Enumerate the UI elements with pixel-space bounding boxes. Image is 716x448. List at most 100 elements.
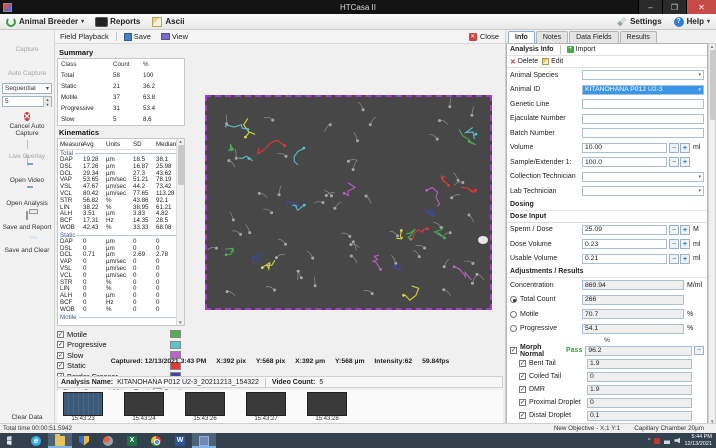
edit-button[interactable]: Edit xyxy=(542,58,563,65)
ascii-button[interactable]: Ascii xyxy=(146,14,190,29)
usable-volume-increment-button[interactable]: + xyxy=(680,254,690,264)
morph-item-checkbox[interactable]: ✓ xyxy=(519,373,526,380)
morph-item-checkbox[interactable]: ✓ xyxy=(519,412,526,419)
video-thumbnail[interactable]: 15:43:28 xyxy=(307,392,347,422)
morph-item-checkbox[interactable]: ✓ xyxy=(519,399,526,406)
right-panel-scrollbar[interactable]: ▲ ▼ xyxy=(708,43,716,425)
total-count-radio[interactable] xyxy=(510,296,517,303)
speaker-icon[interactable] xyxy=(674,438,680,444)
batch-number-input[interactable] xyxy=(582,128,704,138)
view-button[interactable]: View xyxy=(156,30,193,43)
taskbar-excel-button[interactable]: X xyxy=(120,433,144,448)
taskbar-chrome-button[interactable] xyxy=(144,433,168,448)
capture-count-stepper[interactable]: 5 ▲ ▼ xyxy=(2,96,52,107)
clear-data-button[interactable]: Clear Data xyxy=(1,402,53,422)
scroll-up-icon[interactable]: ▲ xyxy=(178,139,182,144)
sperm-dose-input[interactable]: 25.09 xyxy=(582,225,667,235)
save-and-clear-button[interactable]: Save and Clear xyxy=(1,235,53,255)
volume-increment-button[interactable]: + xyxy=(680,143,690,153)
morph-item-checkbox[interactable]: ✓ xyxy=(519,360,526,367)
ascii-export-icon xyxy=(152,17,162,27)
video-thumbnail[interactable]: 15:43:27 xyxy=(246,392,286,422)
open-analysis-button[interactable]: Open Analysis xyxy=(1,188,53,208)
volume-input[interactable]: 10.00 xyxy=(582,143,667,153)
auto-capture-button[interactable]: Auto Capture xyxy=(1,58,53,78)
taskbar-htcasa-button[interactable] xyxy=(192,433,216,448)
cancel-auto-capture-button[interactable]: ✕ Cancel Auto Capture xyxy=(1,111,53,137)
tray-caret-icon[interactable]: ^ xyxy=(648,438,651,444)
scrollbar-thumb[interactable] xyxy=(178,145,185,185)
dose-volume-input[interactable]: 0.23 xyxy=(582,239,667,249)
sample-extender-increment-button[interactable]: + xyxy=(680,157,690,167)
collection-technician-select[interactable]: ▾ xyxy=(582,172,704,182)
dose-volume-increment-button[interactable]: + xyxy=(680,239,690,249)
maximize-button[interactable]: ❐ xyxy=(662,0,686,14)
thumbnail-image[interactable] xyxy=(185,392,225,416)
scrollbar-thumb[interactable] xyxy=(710,50,716,120)
close-analysis-button[interactable]: ✕ Close xyxy=(463,32,505,41)
help-button[interactable]: ? Help ▾ xyxy=(668,17,716,27)
taskbar-explorer-button[interactable] xyxy=(48,433,72,448)
morph-item-checkbox[interactable]: ✓ xyxy=(519,386,526,393)
dose-volume-decrement-button[interactable]: − xyxy=(669,239,679,249)
settings-button[interactable]: Settings xyxy=(611,17,668,27)
sperm-dose-increment-button[interactable]: + xyxy=(680,225,690,235)
sperm-dose-decrement-button[interactable]: − xyxy=(669,225,679,235)
spin-down-icon[interactable]: ▼ xyxy=(44,102,51,107)
morph-collapse-button[interactable]: − xyxy=(694,346,704,355)
taskbar-app1-button[interactable] xyxy=(96,433,120,448)
tab-results[interactable]: Results xyxy=(620,31,657,43)
usable-volume-input[interactable]: 0.21 xyxy=(582,254,667,264)
start-button[interactable] xyxy=(0,433,24,448)
taskbar-clock[interactable]: 5:44 PM 12/13/2021 xyxy=(684,434,712,447)
genetic-line-input[interactable] xyxy=(582,99,704,109)
scroll-down-icon[interactable]: ▼ xyxy=(178,320,182,325)
delete-button[interactable]: ✕ Delete xyxy=(510,58,538,66)
progressive-radio[interactable] xyxy=(510,325,517,332)
lab-technician-select[interactable]: ▾ xyxy=(582,186,704,196)
tab-info[interactable]: Info xyxy=(508,31,535,43)
thumbnail-image[interactable] xyxy=(63,392,103,416)
morph-normal-checkbox[interactable]: ✓ xyxy=(510,347,517,354)
network-icon[interactable] xyxy=(664,438,670,444)
live-overlay-button[interactable]: Live Overlay xyxy=(1,141,53,161)
video-thumbnail[interactable]: 15:43:23 xyxy=(63,392,103,422)
thumbnail-image[interactable] xyxy=(307,392,347,416)
video-thumbnail[interactable]: 15:43:24 xyxy=(124,392,164,422)
tab-data-fields[interactable]: Data Fields xyxy=(569,31,618,43)
save-and-report-button[interactable]: Save and Report xyxy=(1,212,53,232)
open-video-button[interactable]: Open Video xyxy=(1,165,53,185)
animal-breeder-button[interactable]: Animal Breeder ▾ xyxy=(0,14,90,29)
tab-notes[interactable]: Notes xyxy=(536,31,568,43)
motile-radio[interactable] xyxy=(510,311,517,318)
reports-button[interactable]: Reports xyxy=(90,14,146,29)
video-thumbnail[interactable]: 15:43:26 xyxy=(185,392,225,422)
sample-extender-input[interactable]: 100.0 xyxy=(582,157,667,167)
capture-button[interactable]: Capture xyxy=(1,34,53,54)
animal-id-select[interactable]: KITANOHANA P012 U2-3 ▾ xyxy=(582,85,704,95)
scroll-up-icon[interactable]: ▲ xyxy=(710,44,714,49)
close-window-button[interactable]: ✕ xyxy=(686,0,716,14)
capture-status-line: Captured: 12/13/2021 3:43 PM X:392 pix Y… xyxy=(55,358,505,365)
import-button[interactable]: + Import xyxy=(567,46,596,53)
taskbar-ie-button[interactable]: e xyxy=(24,433,48,448)
legend-checkbox[interactable]: ✓ xyxy=(57,331,64,338)
thumbnail-image[interactable] xyxy=(246,392,286,416)
microscopy-image[interactable] xyxy=(205,95,492,310)
volume-decrement-button[interactable]: − xyxy=(669,143,679,153)
save-view-button[interactable]: Save xyxy=(119,30,156,43)
kinematics-scrollbar[interactable]: ▲ ▼ xyxy=(176,139,184,325)
usable-volume-decrement-button[interactable]: − xyxy=(669,254,679,264)
tray-flag-icon[interactable] xyxy=(654,438,660,444)
taskbar-defender-button[interactable] xyxy=(72,433,96,448)
capture-mode-select[interactable]: Sequential ▾ xyxy=(2,83,52,94)
total-count-value: 266 xyxy=(582,295,684,305)
ejaculate-number-input[interactable] xyxy=(582,114,704,124)
thumbnail-image[interactable] xyxy=(124,392,164,416)
minimize-button[interactable]: – xyxy=(638,0,662,14)
legend-checkbox[interactable]: ✓ xyxy=(57,341,64,348)
sample-extender-decrement-button[interactable]: − xyxy=(669,157,679,167)
cursor-y-pix: Y:568 pix xyxy=(256,358,285,365)
animal-species-select[interactable]: ▾ xyxy=(582,70,704,80)
taskbar-word-button[interactable]: W xyxy=(168,433,192,448)
